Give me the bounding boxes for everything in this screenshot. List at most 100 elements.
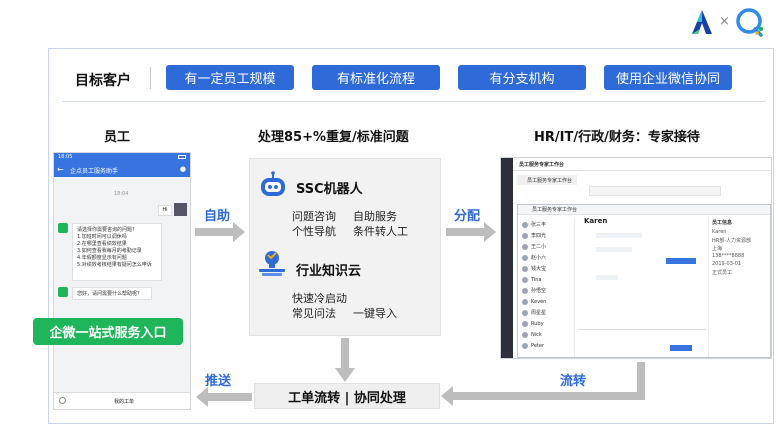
header-divider: [150, 67, 151, 89]
chat-bubble: [596, 233, 642, 238]
contact-avatar: [522, 265, 528, 272]
workorder-box: 工单流转 | 协同处理: [254, 383, 440, 409]
back-window-item-label: 员工服务专家工作台: [527, 178, 573, 184]
send-button[interactable]: [670, 345, 692, 351]
contact-item[interactable]: 孙悟空: [522, 285, 572, 296]
contact-avatar: [522, 276, 528, 283]
employee-title: 员工: [104, 130, 131, 145]
contact-avatar: [522, 298, 528, 305]
contact-item[interactable]: 张三丰: [522, 219, 572, 230]
contact-avatar: [522, 232, 528, 239]
contact-item[interactable]: 赵小六: [522, 252, 572, 263]
contact-avatar: [522, 320, 528, 327]
chat-bubble: [596, 247, 632, 252]
info-field: 上海: [712, 246, 723, 252]
kb-title: 行业知识云: [296, 264, 362, 279]
pill-standard-process: 有标准化流程: [312, 65, 440, 90]
assign-label: 分配: [454, 209, 481, 224]
bot-option[interactable]: 1.加班时间可以调休吗: [77, 234, 157, 241]
expert-workbench-screenshot: 员工服务专家工作台 员工服务专家工作台 员工服务专家工作台 张三丰李四光王二小赵…: [500, 157, 772, 359]
flow-label: 流转: [560, 374, 587, 389]
back-window-header: [513, 170, 771, 171]
robot-item: 条件转人工: [353, 225, 408, 238]
arrow-flow-back: [441, 362, 645, 406]
back-window-title: 员工服务专家工作台: [519, 162, 565, 168]
bottom-circle-icon[interactable]: [59, 397, 66, 404]
pill-branches: 有分支机构: [458, 65, 586, 90]
chat-bubble-self: [666, 258, 696, 264]
info-field: 138****8888: [712, 253, 745, 259]
phone-app-title: 企点员工服务助手: [70, 168, 119, 175]
self-service-label: 自助: [204, 209, 231, 224]
info-field: Karen: [712, 229, 727, 235]
phone-status-bar: 18:05: [54, 153, 190, 163]
contact-item[interactable]: Tina: [522, 274, 572, 285]
bot-option[interactable]: 2.在哪里查看绩效结果: [77, 241, 157, 248]
bot-option[interactable]: 3.如何查看我每月的考勤记录: [77, 248, 157, 255]
contact-name: 赵小六: [531, 255, 547, 261]
chat-name: Karen: [584, 217, 608, 225]
lightbulb-icon: [259, 251, 285, 276]
contact-item[interactable]: 周星星: [522, 307, 572, 318]
contact-name: 钱大宝: [531, 266, 547, 272]
contact-item[interactable]: Keven: [522, 296, 572, 307]
contact-item[interactable]: Peter: [522, 340, 572, 351]
times-icon: ×: [719, 14, 730, 29]
bot-followup-bubble: 您好，请问需要什么帮助呢？: [72, 287, 152, 300]
contact-name: 周星星: [531, 310, 547, 316]
user-message: Hi: [158, 205, 172, 216]
robot-title: SSC机器人: [296, 182, 363, 197]
back-arrow-icon[interactable]: ←: [57, 165, 64, 174]
brand-a-icon: [692, 10, 712, 34]
chat-time: 18:04: [114, 191, 129, 197]
bot-intro: 请选择你需要咨询的问题?: [77, 227, 135, 233]
user-avatar: [174, 203, 187, 216]
contact-name: 王二小: [531, 244, 547, 250]
pill-staff-scale: 有一定员工规模: [166, 65, 294, 90]
info-field: 正式员工: [712, 270, 733, 276]
kb-item: 快速冷启动: [292, 292, 347, 305]
chat-input[interactable]: [578, 329, 706, 330]
kb-item: 常见问法: [292, 307, 336, 320]
contact-item[interactable]: 李四光: [522, 230, 572, 241]
contact-name: Nick: [531, 331, 542, 338]
contact-avatar: [522, 309, 528, 316]
phone-app-bar: ← 企点员工服务助手 ●: [54, 163, 190, 177]
kb-item: 一键导入: [353, 307, 397, 320]
contact-item[interactable]: Nick: [522, 329, 572, 340]
contact-item[interactable]: 钱大宝: [522, 263, 572, 274]
processing-title: 处理85+%重复/标准问题: [258, 130, 409, 145]
wecom-entry-banner: 企微一站式服务入口: [33, 318, 183, 345]
header-separator: [62, 101, 766, 102]
phone-time: 18:05: [58, 154, 73, 160]
phone-mockup: 18:05 ← 企点员工服务助手 ● 18:04 Hi 请选择你需要咨询的问题?…: [53, 152, 191, 410]
contact-item[interactable]: Ruby: [522, 318, 572, 329]
contact-name: 李四光: [531, 233, 547, 239]
ssc-panel: SSC机器人 问题咨询 自助服务 个性导航 条件转人工 行业知识云 快速冷启动 …: [249, 158, 441, 336]
arrow-down-to-workorder: [335, 338, 355, 382]
front-window-title: 员工服务专家工作台: [532, 207, 578, 213]
phone-bottom-bar: 我的工单: [54, 392, 190, 409]
robot-item: 问题咨询: [292, 210, 336, 223]
info-field: 2019-03-01: [712, 261, 742, 267]
bot-option[interactable]: 5.对绩效考核结果有疑问怎么申诉: [77, 262, 157, 269]
arrow-assign: [446, 222, 496, 242]
my-tickets-button[interactable]: 我的工单: [114, 398, 134, 405]
chat-bubble: [596, 275, 618, 280]
contact-avatar: [522, 342, 528, 349]
bot-avatar: [58, 287, 68, 297]
contact-name: Ruby: [531, 320, 544, 327]
contact-name: Peter: [531, 342, 545, 349]
contact-item[interactable]: 王二小: [522, 241, 572, 252]
experts-title: HR/IT/行政/财务：专家接待: [534, 130, 700, 145]
bot-option[interactable]: 4.年假额度显示有问题: [77, 255, 157, 262]
battery-icon: [178, 155, 186, 159]
back-window-sidebar: [501, 158, 513, 358]
bot-options-bubble: 请选择你需要咨询的问题? 1.加班时间可以调休吗 2.在哪里查看绩效结果 3.如…: [72, 223, 162, 281]
contact-list-items: 张三丰李四光王二小赵小六钱大宝 Tina 孙悟空 Keven 周星星 Ruby Nick Pe…: [522, 219, 572, 351]
person-icon[interactable]: ●: [180, 165, 186, 173]
contact-avatar: [522, 287, 528, 294]
arrow-push: [196, 387, 252, 407]
contact-avatar: [522, 331, 528, 338]
push-label: 推送: [205, 374, 232, 389]
